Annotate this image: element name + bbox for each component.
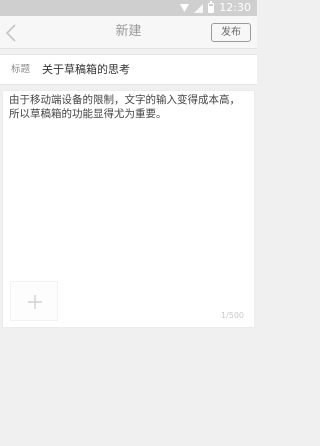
wifi-icon — [180, 4, 190, 12]
battery-icon — [208, 1, 215, 13]
title-input[interactable]: 关于草稿箱的思考 — [42, 55, 251, 84]
status-bar: 12:30 — [0, 0, 257, 16]
content-editor: 由于移动端设备的限制，文字的输入变得成本高，所以草稿箱的功能显得尤为重要。 1/… — [2, 90, 255, 328]
top-nav-bar: 新建 发布 — [0, 16, 257, 49]
char-count: 1/500 — [220, 311, 244, 320]
status-time: 12:30 — [219, 1, 251, 14]
publish-button[interactable]: 发布 — [211, 23, 251, 42]
add-image-button[interactable] — [10, 281, 58, 321]
title-label: 标题 — [11, 64, 31, 75]
plus-icon — [28, 295, 42, 309]
title-field-row: 标题 关于草稿箱的思考 — [0, 54, 257, 85]
status-icons: 12:30 — [180, 1, 251, 14]
body-textarea[interactable]: 由于移动端设备的限制，文字的输入变得成本高，所以草稿箱的功能显得尤为重要。 — [9, 93, 249, 121]
signal-icon — [194, 3, 204, 13]
